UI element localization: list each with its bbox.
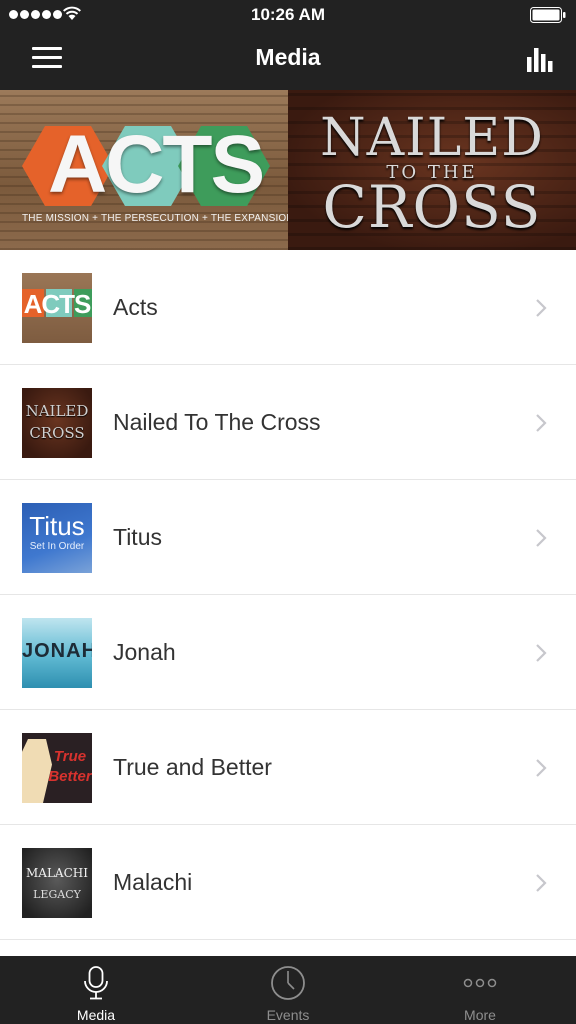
thumbnail-text: ACTS	[23, 289, 92, 319]
banner-acts-title: ACTS	[48, 119, 265, 210]
chevron-right-icon	[536, 414, 547, 432]
thumbnail-text: Titus	[29, 511, 85, 541]
tab-label: Events	[266, 1007, 310, 1023]
list-item-label: Nailed To The Cross	[113, 409, 321, 435]
tab-media[interactable]: Media	[0, 956, 192, 1024]
chevron-right-icon	[536, 874, 547, 892]
clock-icon	[271, 966, 305, 1000]
bar-chart-icon[interactable]	[526, 45, 554, 73]
chevron-right-icon	[536, 529, 547, 547]
banner-acts-subtitle: THE MISSION + THE PERSECUTION + THE EXPA…	[22, 213, 294, 224]
featured-banner: ACTS THE MISSION + THE PERSECUTION + THE…	[0, 90, 576, 250]
list-item-label: Titus	[113, 524, 162, 550]
tab-label: More	[464, 1007, 496, 1023]
status-time: 10:26 AM	[250, 5, 325, 24]
list-item-jonah[interactable]: JONAH Jonah	[0, 595, 576, 710]
banner-acts[interactable]: ACTS THE MISSION + THE PERSECUTION + THE…	[0, 90, 294, 250]
thumbnail-text: True Better	[48, 748, 92, 785]
microphone-icon	[84, 966, 108, 1000]
battery-icon	[530, 7, 566, 23]
tab-more[interactable]: More	[384, 956, 576, 1024]
thumbnail-titus: Titus Set In Order	[22, 503, 92, 573]
list-item-label: True and Better	[113, 754, 272, 780]
thumbnail-malachi: MALACHI LEGACY	[22, 848, 92, 918]
list-item-malachi[interactable]: MALACHI LEGACY Malachi	[0, 825, 576, 940]
page-title: Media	[255, 44, 321, 70]
thumbnail-text: MALACHI	[26, 866, 88, 880]
list-item-titus[interactable]: Titus Set In Order Titus	[0, 480, 576, 595]
thumbnail-jonah: JONAH	[22, 618, 92, 688]
status-bar: 10:26 AM	[0, 0, 576, 30]
thumbnail-nailed: NAILED CROSS	[22, 388, 92, 458]
list-item-acts[interactable]: ACTS Acts	[0, 250, 576, 365]
media-list: ACTS Acts NAILED CROSS Nailed To The Cro…	[0, 250, 576, 956]
list-item-label: Jonah	[113, 639, 176, 665]
banner-nailed-line1: NAILED	[320, 108, 544, 168]
banner-nailed[interactable]: NAILED TO THE CROSS	[288, 90, 576, 250]
list-item-label: Acts	[113, 294, 158, 320]
tab-label: Media	[76, 1007, 116, 1023]
thumbnail-subtext: LEGACY	[33, 888, 81, 901]
chevron-right-icon	[536, 759, 547, 777]
thumbnail-subtext: Set In Order	[29, 541, 85, 552]
chevron-right-icon	[536, 299, 547, 317]
tab-bar: Media Events More	[0, 956, 576, 1024]
list-item-nailed-to-the-cross[interactable]: NAILED CROSS Nailed To The Cross	[0, 365, 576, 480]
thumbnail-acts: ACTS	[22, 273, 92, 343]
nav-bar: Media	[0, 30, 576, 90]
more-dots-icon	[463, 978, 497, 988]
thumbnail-true-and-better: True Better	[22, 733, 92, 803]
thumbnail-text: NAILED CROSS	[25, 402, 89, 442]
thumbnail-text: JONAH	[22, 640, 92, 662]
chevron-right-icon	[536, 644, 547, 662]
banner-nailed-line3: CROSS	[322, 173, 542, 241]
list-item-true-and-better[interactable]: True Better True and Better	[0, 710, 576, 825]
tab-events[interactable]: Events	[192, 956, 384, 1024]
list-item-label: Malachi	[113, 869, 193, 895]
